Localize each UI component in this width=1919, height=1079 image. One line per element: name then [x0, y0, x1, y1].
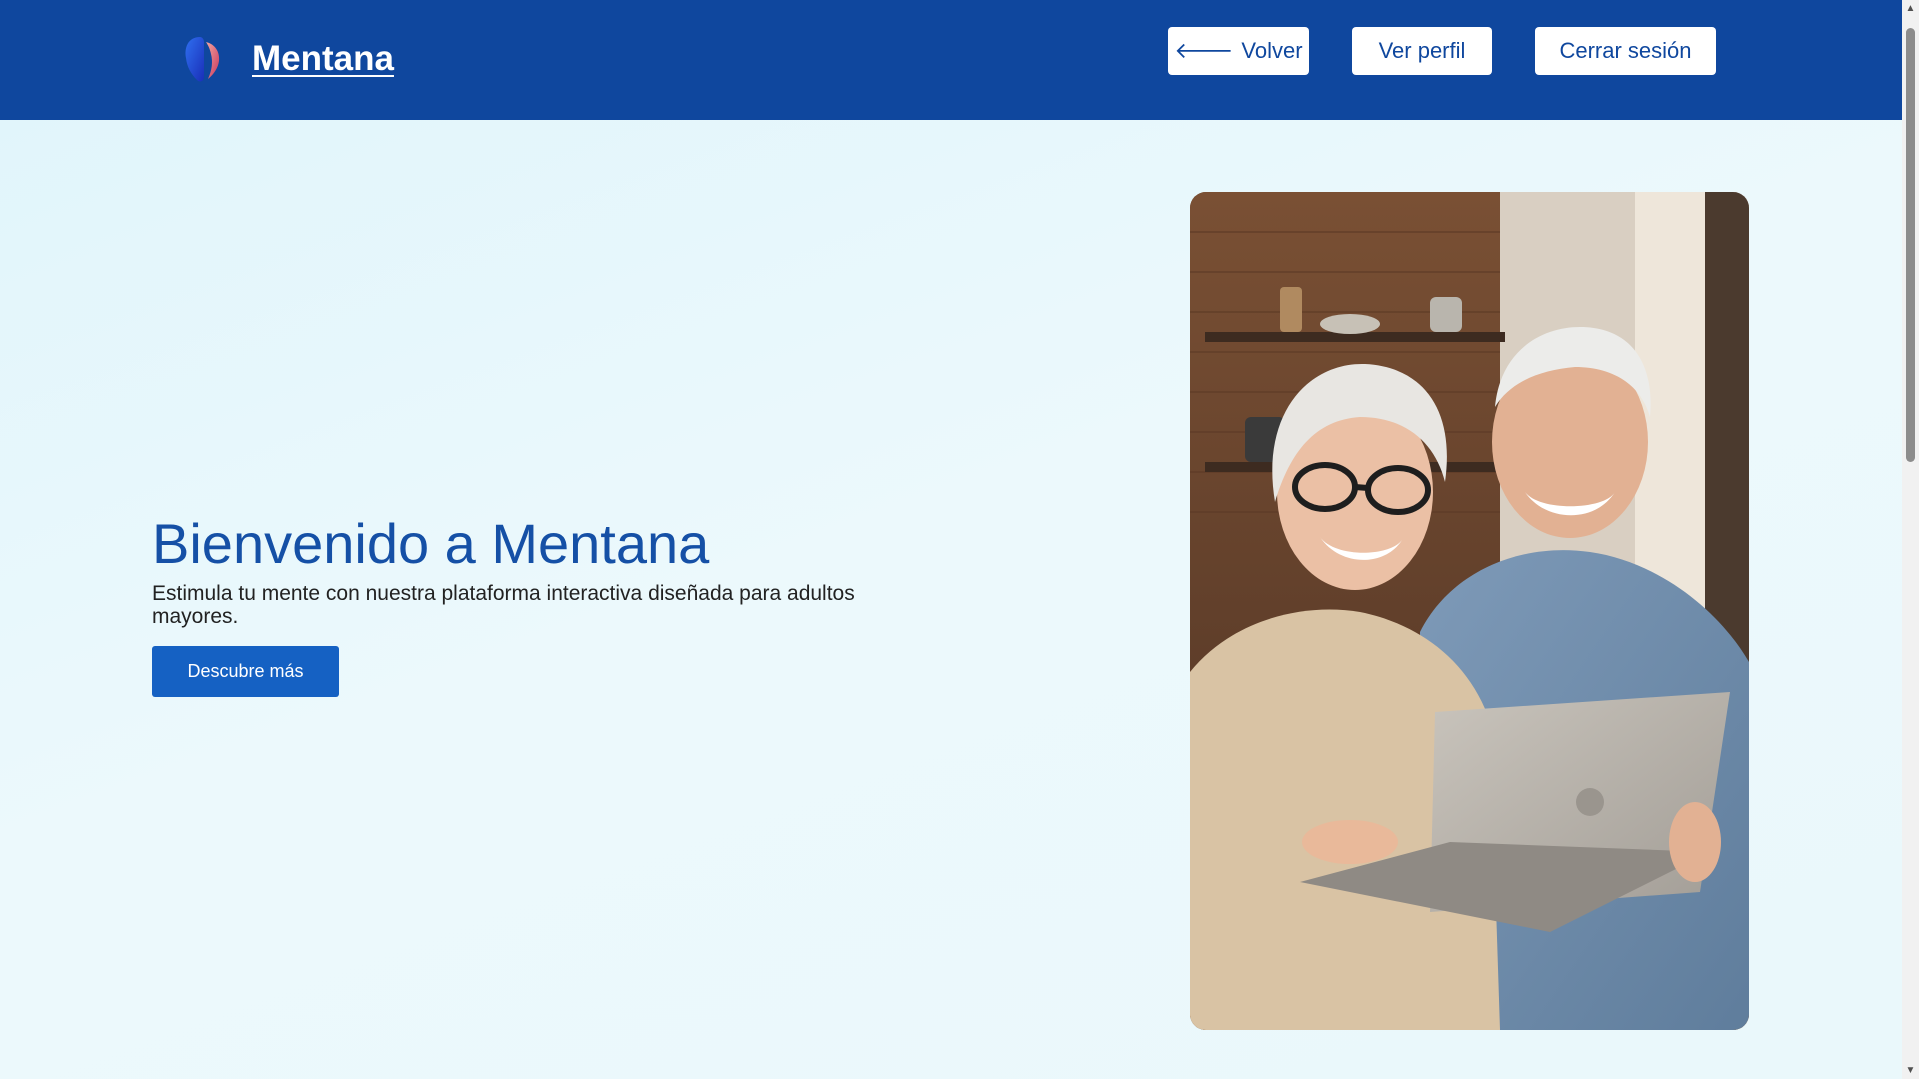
chevron-up-icon[interactable]: ▲ [1902, 0, 1919, 17]
brand-home-link[interactable]: Mentana [180, 34, 394, 84]
senior-couple-laptop-illustration [1190, 192, 1749, 1030]
brand-name[interactable]: Mentana [252, 39, 394, 79]
logout-button[interactable]: Cerrar sesión [1535, 27, 1716, 75]
hero-title: Bienvenido a Mentana [152, 512, 710, 575]
discover-more-button[interactable]: Descubre más [152, 646, 339, 697]
logout-label: Cerrar sesión [1559, 38, 1692, 63]
arrow-left-icon: 🡐 [1174, 38, 1234, 63]
view-profile-label: Ver perfil [1378, 38, 1466, 63]
back-button[interactable]: 🡐 Volver [1168, 27, 1309, 75]
hero-text-block: Bienvenido a Mentana Estimula tu mente c… [152, 512, 932, 697]
top-navbar: Mentana 🡐 Volver Ver perfil Cerrar sesió… [0, 0, 1902, 120]
chevron-down-icon[interactable]: ▼ [1902, 1062, 1919, 1079]
back-button-label: Volver [1241, 38, 1303, 63]
scrollbar-thumb[interactable] [1906, 28, 1915, 462]
hero-section: Bienvenido a Mentana Estimula tu mente c… [0, 120, 1902, 1079]
view-profile-button[interactable]: Ver perfil [1352, 27, 1492, 75]
page-scrollbar[interactable]: ▲ ▼ [1902, 0, 1919, 1079]
hero-subtitle: Estimula tu mente con nuestra plataforma… [152, 582, 855, 628]
brain-logo-icon [185, 37, 220, 82]
hero-photo [1190, 192, 1749, 1030]
